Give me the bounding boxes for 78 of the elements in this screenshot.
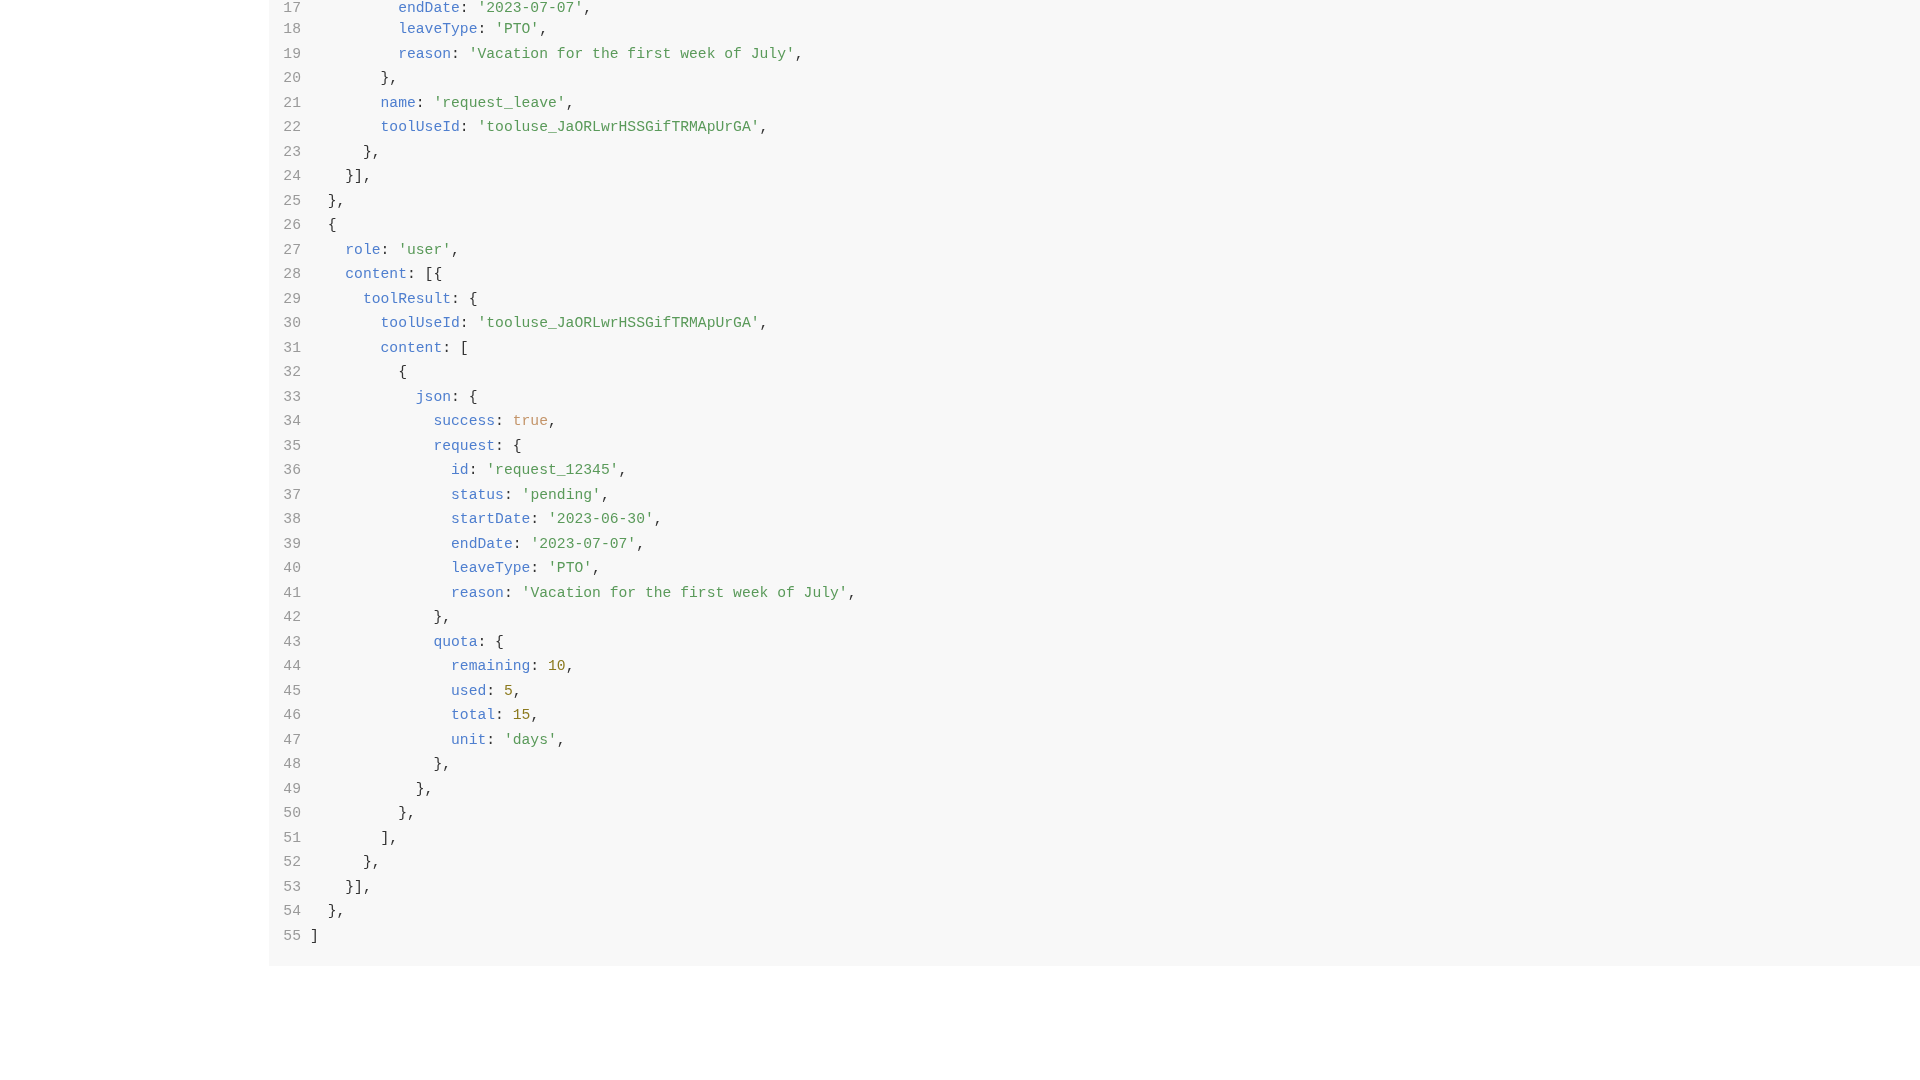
code-line: toolUseId: 'tooluse_JaORLwrHSSGifTRMApUrGA', — [379, 314, 769, 333]
code-line: }, — [432, 608, 452, 627]
line-number: 30 — [282, 314, 301, 333]
line-number: 40 — [282, 559, 301, 578]
line-number: 49 — [282, 779, 301, 799]
code-line: reason: 'Vacation for the first week of July', — [450, 583, 857, 603]
code-line: leaveType: 'PTO', — [397, 20, 548, 39]
line-number: 38 — [282, 510, 301, 529]
line-number: 48 — [282, 755, 301, 774]
code-line: content: [ — [379, 338, 469, 358]
line-number: 27 — [282, 240, 301, 260]
line-number: 39 — [282, 534, 301, 554]
line-number: 19 — [282, 44, 301, 64]
code-line: toolResult: { — [361, 289, 478, 309]
line-number: 55 — [282, 926, 301, 946]
code-line: used: 5, — [450, 681, 522, 701]
line-number: 53 — [282, 877, 301, 897]
code-line: success: true, — [432, 412, 557, 431]
code-line: name: 'request_leave', — [379, 93, 575, 113]
code-line: role: 'user', — [344, 240, 460, 260]
line-number: 41 — [282, 583, 301, 603]
code-line: }, — [397, 804, 416, 823]
line-number: 21 — [282, 93, 301, 113]
line-number: 33 — [282, 387, 301, 407]
line-number: 52 — [282, 853, 301, 872]
code-line: endDate: '2023-07-07', — [397, 0, 593, 17]
code-line: }, — [326, 191, 346, 211]
line-number: 50 — [282, 804, 301, 823]
line-number: 32 — [282, 363, 301, 382]
code-line: }], — [344, 877, 372, 897]
code-line: reason: 'Vacation for the first week of July', — [397, 44, 804, 64]
line-number: 17 — [282, 0, 301, 17]
code-line: }], — [344, 167, 372, 186]
line-number: 45 — [282, 681, 301, 701]
line-number: 51 — [282, 828, 301, 848]
code-line: ], — [379, 828, 399, 848]
line-number: 42 — [282, 608, 301, 627]
line-number: 46 — [282, 706, 301, 725]
line-number: 34 — [282, 412, 301, 431]
code-line: quota: { — [432, 632, 504, 652]
code-line: }, — [361, 142, 381, 162]
code-line: leaveType: 'PTO', — [450, 559, 601, 578]
line-number: 44 — [282, 657, 301, 676]
code-line: }, — [432, 755, 452, 774]
line-number: 22 — [282, 118, 301, 137]
code-line: content: [{ — [344, 265, 443, 284]
line-number: 31 — [282, 338, 301, 358]
code-line: remaining: 10, — [450, 657, 575, 676]
line-number: 35 — [282, 436, 301, 456]
line-number: 26 — [282, 216, 301, 235]
line-number: 24 — [282, 167, 301, 186]
code-line: unit: 'days', — [450, 730, 566, 750]
code-line: endDate: '2023-07-07', — [450, 534, 645, 554]
line-number: 20 — [282, 69, 301, 88]
code-line: id: 'request_12345', — [450, 461, 628, 480]
code-line: { — [397, 363, 407, 382]
line-number: 23 — [282, 142, 301, 162]
code-line: ] — [310, 926, 319, 946]
line-number: 47 — [282, 730, 301, 750]
code-line: toolUseId: 'tooluse_JaORLwrHSSGifTRMApUrGA', — [379, 118, 769, 137]
line-number: 18 — [282, 20, 301, 39]
code-line: }, — [361, 853, 381, 872]
line-number: 28 — [282, 265, 301, 284]
code-line: }, — [379, 69, 399, 88]
code-line: }, — [414, 779, 434, 799]
line-number: 37 — [282, 485, 301, 505]
code-line: { — [326, 216, 337, 235]
code-line: total: 15, — [450, 706, 540, 725]
line-number: 43 — [282, 632, 301, 652]
code-line: json: { — [414, 387, 478, 407]
code-line: request: { — [432, 436, 522, 456]
line-number: 36 — [282, 461, 301, 480]
code-line: }, — [326, 902, 346, 921]
line-number: 25 — [282, 191, 301, 211]
line-number: 54 — [282, 902, 301, 921]
code-line: startDate: '2023-06-30', — [450, 510, 663, 529]
line-number: 29 — [282, 289, 301, 309]
code-line: status: 'pending', — [450, 485, 610, 505]
